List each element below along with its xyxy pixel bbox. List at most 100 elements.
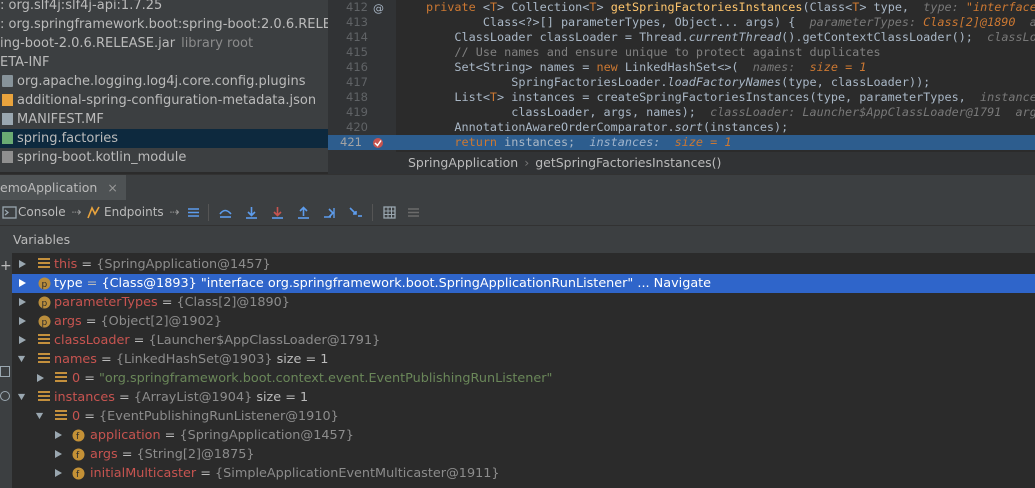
step-over-icon[interactable] [244, 205, 259, 220]
variable-value: {SpringApplication@1457} [96, 257, 271, 272]
code-line: AnnotationAwareOrderComparator.sort(inst… [426, 120, 789, 134]
field-icon: f [72, 429, 85, 442]
variable-row[interactable]: p args = {Object[2]@1902} [12, 312, 1035, 331]
line-number: 413 [346, 15, 368, 29]
console-tab[interactable]: Console ⇢ [18, 204, 82, 221]
run-to-cursor-icon[interactable] [322, 205, 337, 220]
console-icon [2, 206, 17, 219]
evaluate-expression-icon[interactable] [382, 205, 397, 220]
tree-item-spring-boot-lib[interactable]: : org.springframework.boot:spring-boot:2… [0, 15, 328, 34]
tree-item-spring-factories[interactable]: spring.factories [0, 129, 328, 148]
endpoints-icon [87, 206, 100, 219]
force-step-icon[interactable] [348, 205, 363, 220]
show-execution-point-icon[interactable] [218, 205, 233, 220]
variable-value: {SimpleApplicationEventMulticaster@1911} [215, 466, 500, 481]
line-number: 412 [346, 0, 368, 14]
expand-arrow-icon[interactable] [18, 278, 27, 288]
debug-tool-window-header: emoApplication × [0, 174, 1035, 201]
svg-text:@: @ [373, 2, 384, 14]
editor-gutter: 412 413 414 415 416 417 418 419 420 421 … [328, 0, 396, 152]
step-out-icon[interactable] [296, 205, 311, 220]
expand-arrow-icon[interactable] [54, 430, 63, 440]
field-list-icon [38, 334, 51, 347]
close-icon[interactable]: × [107, 180, 117, 195]
collapse-arrow-icon[interactable] [35, 411, 44, 421]
tree-item-plugins[interactable]: org.apache.logging.log4j.core.config.plu… [2, 72, 305, 91]
spring-icon [2, 132, 13, 144]
variable-name: args [54, 314, 82, 329]
variable-value: {String[2]@1875} [136, 447, 255, 462]
line-number: 415 [346, 45, 368, 59]
library-root-hint: library root [181, 36, 254, 51]
override-marker-icon[interactable]: @ [372, 2, 384, 14]
code-line: // Use names and ensure unique to protec… [426, 45, 881, 59]
tree-item-spring-boot-jar[interactable]: ing-boot-2.0.6.RELEASE.jar library root [0, 34, 253, 53]
variable-name: classLoader [54, 333, 130, 348]
tree-item-kotlin-module[interactable]: spring-boot.kotlin_module [2, 148, 186, 167]
variable-row[interactable]: f initialMulticaster = {SimpleApplicatio… [12, 464, 1035, 483]
tree-item-manifest[interactable]: MANIFEST.MF [2, 110, 104, 129]
variable-name: 0 [72, 371, 81, 386]
expand-arrow-icon[interactable] [18, 297, 27, 307]
svg-text:p: p [42, 299, 48, 309]
variables-side-toolbar: + [0, 226, 12, 488]
expand-arrow-icon[interactable] [18, 316, 27, 326]
variable-row[interactable]: 0 = {EventPublishingRunListener@1910} [12, 407, 1035, 426]
parameter-icon: p [38, 315, 51, 328]
breakpoint-icon[interactable] [372, 137, 384, 149]
tree-item-slf4j[interactable]: : org.slf4j:slf4j-api:1.7.25 [0, 0, 162, 15]
toolbar-divider [372, 204, 373, 221]
code-editor[interactable]: private <T> Collection<T> getSpringFacto… [396, 0, 1035, 152]
parameter-icon: p [38, 296, 51, 309]
variable-size: size = 1 [276, 352, 329, 367]
variable-row[interactable]: f application = {SpringApplication@1457} [12, 426, 1035, 445]
variable-value: {Class[2]@1890} [176, 295, 290, 310]
line-number: 416 [346, 60, 368, 74]
variable-value: {ArrayList@1904} [133, 390, 253, 405]
debug-session-tab[interactable]: emoApplication × [0, 175, 126, 201]
code-line: classLoader, args, names); classLoader: … [426, 105, 1035, 119]
variables-title: Variables [13, 232, 71, 247]
collapse-arrow-icon[interactable] [17, 354, 26, 364]
variable-value: {Object[2]@1902} [100, 314, 222, 329]
tree-item-meta-inf[interactable]: ETA-INF [0, 53, 49, 72]
watch-icon[interactable] [0, 391, 10, 401]
collapse-arrow-icon[interactable] [17, 392, 26, 402]
variable-row-selected[interactable]: p type = {Class@1893} "interface org.spr… [12, 274, 1035, 293]
variable-row[interactable]: classLoader = {Launcher$AppClassLoader@1… [12, 331, 1035, 350]
endpoints-tab[interactable]: Endpoints ⇢ [104, 204, 180, 221]
field-icon: f [72, 448, 85, 461]
field-list-icon [38, 353, 51, 366]
menu-icon[interactable] [186, 205, 201, 220]
parameter-icon: p [38, 277, 51, 290]
breadcrumb-method[interactable]: getSpringFactoriesInstances() [535, 155, 721, 170]
variable-row[interactable]: names = {LinkedHashSet@1903} size = 1 [12, 350, 1035, 369]
variable-value: {EventPublishingRunListener@1910} [99, 409, 339, 424]
code-line: private <T> Collection<T> getSpringFacto… [426, 0, 1035, 14]
variable-row[interactable]: instances = {ArrayList@1904} size = 1 [12, 388, 1035, 407]
frame-icon[interactable] [0, 366, 10, 377]
expand-arrow-icon[interactable] [54, 449, 63, 459]
expand-arrow-icon[interactable] [54, 468, 63, 478]
tree-item-metadata-json[interactable]: additional-spring-configuration-metadata… [2, 91, 316, 110]
variable-name: names [54, 352, 97, 367]
line-number: 417 [346, 75, 368, 89]
variable-row[interactable]: f args = {String[2]@1875} [12, 445, 1035, 464]
step-into-icon[interactable] [270, 205, 285, 220]
variable-row[interactable]: p parameterTypes = {Class[2]@1890} [12, 293, 1035, 312]
variables-tree[interactable]: this = {SpringApplication@1457} p type =… [12, 254, 1035, 488]
variable-row[interactable]: 0 = "org.springframework.boot.context.ev… [12, 369, 1035, 388]
breadcrumb-gutter [328, 152, 396, 174]
line-number-current: 421 [328, 135, 396, 150]
code-line-current: return instances; instances: size = 1 [396, 135, 1035, 150]
trace-current-stream-icon[interactable] [406, 205, 421, 220]
code-line: SpringFactoriesLoader.loadFactoryNames(t… [426, 75, 931, 89]
breadcrumb-class[interactable]: SpringApplication [408, 155, 518, 170]
expand-arrow-icon[interactable] [18, 259, 27, 269]
expand-arrow-icon[interactable] [18, 335, 27, 345]
variable-value: "org.springframework.boot.context.event.… [99, 371, 553, 386]
variable-row[interactable]: this = {SpringApplication@1457} [12, 255, 1035, 274]
expand-arrow-icon[interactable] [36, 373, 45, 383]
add-watch-icon[interactable]: + [0, 258, 12, 274]
debug-toolbar: Console ⇢ Endpoints ⇢ [0, 200, 1035, 226]
